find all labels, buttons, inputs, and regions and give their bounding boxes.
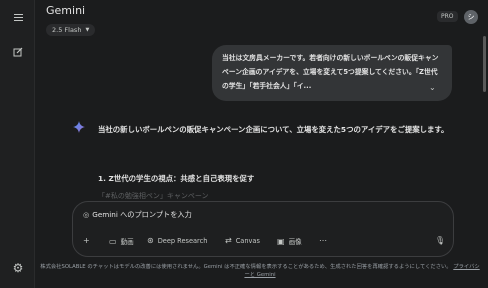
- footer-notice: 株式会社SOLABLE のチャットはモデルの改善には使用されません。Gemini…: [40, 264, 452, 270]
- video-icon: ▭: [109, 236, 117, 246]
- response-faded-line: 「#私の勉強相ペン」キャンペーン: [98, 192, 209, 200]
- plus-icon: +: [83, 236, 90, 245]
- gemini-spark-icon: [73, 121, 85, 133]
- tool-canvas-button[interactable]: ⇄ Canvas: [225, 236, 260, 245]
- prompt-placeholder: Gemini へのプロンプトを入力: [92, 210, 192, 219]
- tool-label: Deep Research: [157, 236, 208, 245]
- menu-icon[interactable]: [10, 9, 26, 25]
- expand-chevron-icon[interactable]: ⌄: [429, 83, 436, 92]
- header: Gemini 2.5 Flash ▼: [46, 4, 96, 36]
- canvas-icon: ⇄: [225, 236, 232, 245]
- model-selector[interactable]: 2.5 Flash ▼: [46, 24, 96, 36]
- tool-video-button[interactable]: ▭ 動画: [109, 236, 134, 247]
- tool-deep-research-button[interactable]: ⊛ Deep Research: [147, 236, 207, 245]
- shield-icon: ◎: [83, 210, 90, 219]
- response-intro: 当社の新しいボールペンの販促キャンペーン企画について、立場を変えた5つのアイデア…: [98, 125, 449, 134]
- deep-research-icon: ⊛: [147, 236, 154, 245]
- tool-label: 動画: [120, 238, 134, 246]
- sidebar-rail: ⚙: [0, 0, 35, 288]
- scrollbar[interactable]: [483, 36, 486, 92]
- mic-icon[interactable]: 🎙: [435, 236, 445, 245]
- chevron-down-icon: ▼: [85, 27, 90, 33]
- prompt-composer: ◎ Gemini へのプロンプトを入力 + ▭ 動画 ⊛ Deep Researc…: [72, 201, 454, 257]
- more-icon: ⋯: [319, 236, 327, 245]
- more-tools-button[interactable]: ⋯: [319, 236, 327, 245]
- app-title: Gemini: [46, 4, 86, 17]
- image-icon: ▣: [277, 236, 285, 246]
- avatar[interactable]: シ: [464, 10, 478, 24]
- response-heading: 1. Z世代の学生の視点：共感と自己表現を促す: [98, 174, 255, 183]
- add-button[interactable]: +: [83, 236, 90, 245]
- footer-disclaimer: 株式会社SOLABLE のチャットはモデルの改善には使用されません。Gemini…: [40, 263, 480, 279]
- model-label: 2.5 Flash: [52, 26, 82, 34]
- tool-label: Canvas: [235, 236, 260, 245]
- prompt-input[interactable]: ◎ Gemini へのプロンプトを入力: [83, 210, 192, 220]
- gear-icon[interactable]: ⚙: [10, 260, 26, 276]
- user-message: 当社は文房具メーカーです。若者向けの新しいボールペンの販促キャンペーン企画のアイ…: [212, 45, 452, 101]
- tool-label: 画像: [288, 238, 302, 246]
- edit-icon[interactable]: [10, 44, 26, 60]
- pro-badge: PRO: [437, 11, 458, 22]
- tool-image-button[interactable]: ▣ 画像: [277, 236, 302, 247]
